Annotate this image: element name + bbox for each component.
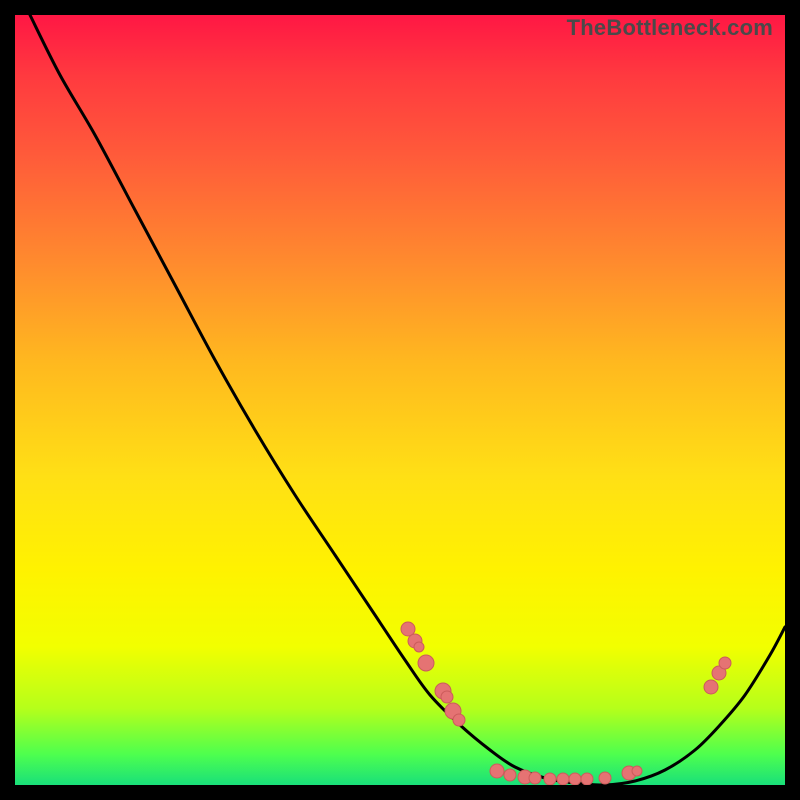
scatter-dot [441, 691, 453, 703]
scatter-dot [453, 714, 465, 726]
frame: TheBottleneck.com [0, 0, 800, 800]
plot-area: TheBottleneck.com [15, 15, 785, 785]
scatter-dot [632, 766, 642, 776]
scatter-dot [599, 772, 611, 784]
scatter-dot [719, 657, 731, 669]
bottleneck-curve [30, 15, 785, 785]
scatter-dot [557, 773, 569, 785]
scatter-dot [581, 773, 593, 785]
scatter-dot [414, 642, 424, 652]
scatter-dot [529, 772, 541, 784]
scatter-dot [569, 773, 581, 785]
scatter-dot [704, 680, 718, 694]
scatter-dot [504, 769, 516, 781]
chart-svg [15, 15, 785, 785]
scatter-dot [490, 764, 504, 778]
scatter-dot [418, 655, 434, 671]
scatter-dot [544, 773, 556, 785]
